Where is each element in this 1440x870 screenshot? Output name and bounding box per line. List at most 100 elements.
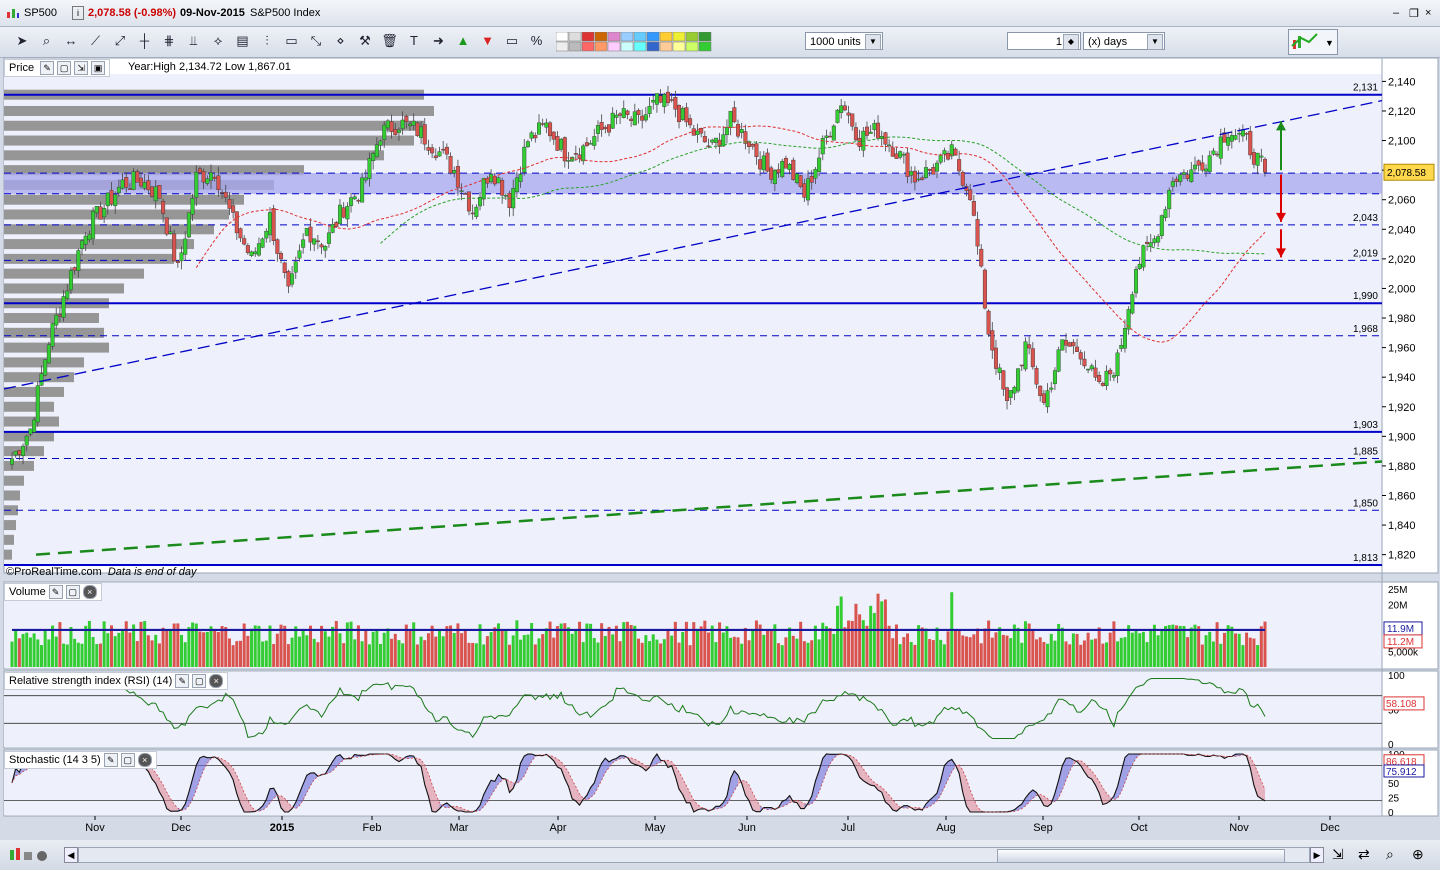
volume-bar (780, 645, 784, 667)
volume-bar (743, 627, 747, 667)
candle-up (1086, 368, 1091, 371)
candle-up (581, 145, 586, 162)
candle-down (551, 131, 556, 140)
candle-up (131, 171, 136, 190)
close-icon[interactable]: × (137, 753, 152, 768)
candle-up (43, 359, 48, 376)
year-range-info: Year:High 2,134.72 Low 1,867.01 (128, 61, 291, 73)
volume-bar (644, 635, 648, 667)
volume-bar (1186, 637, 1190, 667)
volume-bar (843, 627, 847, 667)
fit-icon[interactable]: ⇲ (1332, 846, 1344, 863)
volume-bar (714, 642, 718, 667)
candle-down (1038, 385, 1043, 396)
volume-bar (463, 630, 467, 667)
candle-down (658, 95, 663, 103)
candle-down (1196, 160, 1201, 166)
wrench-icon[interactable]: ✎ (48, 585, 63, 600)
volume-bar (84, 625, 88, 667)
window-icon[interactable]: ▢ (192, 674, 207, 689)
volume-bar (1156, 635, 1160, 667)
volume-bar (1211, 641, 1215, 667)
wrench-icon[interactable]: ✎ (103, 753, 118, 768)
candle-down (750, 144, 755, 147)
volume-bar (1189, 627, 1193, 667)
volume-bar (1116, 641, 1120, 667)
volume-bar (508, 644, 512, 667)
scroll-left-button[interactable]: ◀ (64, 847, 78, 863)
zoom-out-icon[interactable]: ⇄ (1358, 846, 1370, 863)
wrench-icon[interactable]: ✎ (175, 674, 190, 689)
volume-profile-bar (4, 135, 414, 146)
candle-up (1170, 181, 1175, 187)
volume-bar (401, 643, 405, 667)
candle-up (312, 238, 317, 245)
x-tick-label: Nov (85, 822, 105, 834)
volume-profile-bar (4, 475, 24, 486)
candle-down (577, 154, 582, 159)
wrench-icon[interactable]: ✎ (40, 61, 55, 76)
volume-bar (799, 621, 803, 667)
window-icon[interactable]: ▢ (65, 585, 80, 600)
candle-down (1019, 364, 1024, 367)
x-tick-label: Mar (450, 822, 469, 834)
candle-up (35, 385, 40, 423)
volume-bar (485, 636, 489, 667)
volume-bar (865, 625, 869, 667)
window-icon[interactable]: ▢ (120, 753, 135, 768)
volume-tick-label: 5,000k (1388, 647, 1419, 658)
candle-up (264, 230, 269, 239)
candle-down (1185, 174, 1190, 179)
candle-up (76, 250, 81, 272)
candle-up (1178, 174, 1183, 182)
candle-up (1141, 245, 1146, 268)
zoom-in-icon[interactable]: ⊕ (1412, 846, 1424, 863)
scroll-right-button[interactable]: ▶ (1310, 847, 1324, 863)
volume-bar (106, 633, 110, 667)
volume-bar (1090, 639, 1094, 667)
volume-bar (1108, 632, 1112, 667)
close-icon[interactable]: × (209, 674, 224, 689)
volume-bar (390, 638, 394, 667)
candle-down (946, 153, 951, 160)
candle-down (758, 159, 763, 170)
candle-up (32, 419, 37, 433)
candle-down (175, 260, 180, 263)
window-icon[interactable]: ▢ (57, 61, 72, 76)
chart-style-icon[interactable] (8, 846, 58, 864)
horizontal-scrollbar[interactable] (78, 847, 1310, 863)
volume-bar (161, 627, 165, 667)
close-icon[interactable]: × (82, 585, 97, 600)
volume-bar (1097, 627, 1101, 667)
candle-down (279, 253, 284, 260)
volume-bar (618, 641, 622, 667)
volume-bar (51, 625, 55, 667)
candle-down (242, 238, 247, 245)
zoom-search-icon[interactable]: ⌕ (1386, 846, 1394, 863)
candle-up (46, 344, 51, 364)
candle-down (466, 191, 471, 212)
candle-up (916, 178, 921, 181)
save-icon[interactable]: ▣ (91, 61, 106, 76)
volume-bar (924, 628, 928, 667)
volume-bar (1167, 625, 1171, 667)
candle-up (1233, 135, 1238, 140)
candle-up (935, 162, 940, 172)
candle-down (245, 245, 250, 253)
candle-down (990, 330, 995, 351)
volume-bar (883, 599, 887, 667)
candle-down (1215, 153, 1220, 156)
candle-up (813, 169, 818, 179)
candle-up (323, 246, 328, 251)
volume-bar (323, 631, 327, 667)
volume-bar (976, 628, 980, 667)
candle-down (231, 205, 236, 213)
volume-bar (1031, 630, 1035, 667)
candle-up (1049, 387, 1054, 390)
volume-bar (1259, 626, 1263, 667)
volume-bar (684, 621, 688, 667)
expand-icon[interactable]: ⇲ (74, 61, 89, 76)
volume-bar (648, 641, 652, 667)
candle-up (382, 124, 387, 140)
scrollbar-thumb[interactable] (997, 849, 1285, 863)
